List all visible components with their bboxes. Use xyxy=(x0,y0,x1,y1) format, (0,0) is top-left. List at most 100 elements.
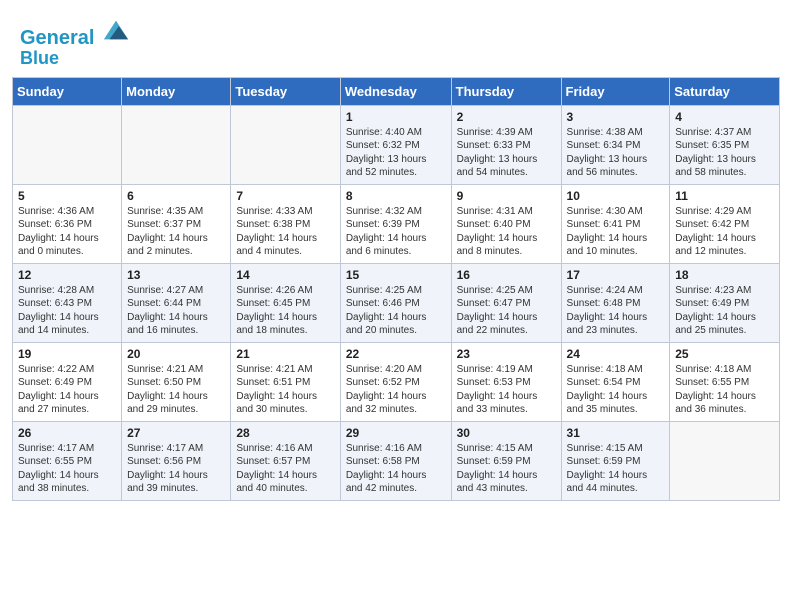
day-cell: 4Sunrise: 4:37 AM Sunset: 6:35 PM Daylig… xyxy=(670,105,780,184)
day-number: 23 xyxy=(457,347,556,361)
day-info: Sunrise: 4:16 AM Sunset: 6:58 PM Dayligh… xyxy=(346,442,446,496)
header-row: SundayMondayTuesdayWednesdayThursdayFrid… xyxy=(13,77,780,105)
day-header-monday: Monday xyxy=(122,77,231,105)
day-number: 20 xyxy=(127,347,225,361)
day-cell: 3Sunrise: 4:38 AM Sunset: 6:34 PM Daylig… xyxy=(561,105,670,184)
day-info: Sunrise: 4:27 AM Sunset: 6:44 PM Dayligh… xyxy=(127,284,225,338)
calendar-header: SundayMondayTuesdayWednesdayThursdayFrid… xyxy=(13,77,780,105)
calendar-table: SundayMondayTuesdayWednesdayThursdayFrid… xyxy=(12,77,780,501)
day-info: Sunrise: 4:31 AM Sunset: 6:40 PM Dayligh… xyxy=(457,205,556,259)
day-info: Sunrise: 4:16 AM Sunset: 6:57 PM Dayligh… xyxy=(236,442,334,496)
day-number: 17 xyxy=(567,268,665,282)
day-info: Sunrise: 4:32 AM Sunset: 6:39 PM Dayligh… xyxy=(346,205,446,259)
day-number: 27 xyxy=(127,426,225,440)
day-cell: 24Sunrise: 4:18 AM Sunset: 6:54 PM Dayli… xyxy=(561,342,670,421)
day-info: Sunrise: 4:17 AM Sunset: 6:56 PM Dayligh… xyxy=(127,442,225,496)
day-number: 18 xyxy=(675,268,774,282)
day-header-tuesday: Tuesday xyxy=(231,77,340,105)
day-cell xyxy=(13,105,122,184)
week-row-3: 12 Sunrise: 4:28 AM Sunset: 6:43 PM Dayli… xyxy=(13,263,780,342)
day-info: Sunrise: 4:36 AM Sunset: 6:36 PM Dayligh… xyxy=(18,205,116,259)
day-info: Sunrise: 4:35 AM Sunset: 6:37 PM Dayligh… xyxy=(127,205,225,259)
logo-icon xyxy=(102,16,130,44)
day-info: Sunrise: 4:22 AM Sunset: 6:49 PM Dayligh… xyxy=(18,363,116,417)
day-number: 1 xyxy=(346,110,446,124)
day-cell: 12 Sunrise: 4:28 AM Sunset: 6:43 PM Dayli… xyxy=(13,263,122,342)
day-info: Sunrise: 4:23 AM Sunset: 6:49 PM Dayligh… xyxy=(675,284,774,338)
day-cell xyxy=(670,421,780,500)
day-cell: 14 Sunrise: 4:26 AM Sunset: 6:45 PM Dayli… xyxy=(231,263,340,342)
day-number: 2 xyxy=(457,110,556,124)
day-cell: 2 Sunrise: 4:39 AM Sunset: 6:33 PM Daylig… xyxy=(451,105,561,184)
day-cell: 11 Sunrise: 4:29 AM Sunset: 6:42 PM Dayli… xyxy=(670,184,780,263)
logo: General Blue xyxy=(20,16,130,69)
day-info: Sunrise: 4:21 AM Sunset: 6:51 PM Dayligh… xyxy=(236,363,334,417)
day-header-friday: Friday xyxy=(561,77,670,105)
day-cell: 17 Sunrise: 4:24 AM Sunset: 6:48 PM Dayli… xyxy=(561,263,670,342)
day-number: 30 xyxy=(457,426,556,440)
day-cell xyxy=(122,105,231,184)
day-number: 11 xyxy=(675,189,774,203)
day-number: 8 xyxy=(346,189,446,203)
day-number: 7 xyxy=(236,189,334,203)
day-cell: 13Sunrise: 4:27 AM Sunset: 6:44 PM Dayli… xyxy=(122,263,231,342)
day-number: 25 xyxy=(675,347,774,361)
day-cell: 1Sunrise: 4:40 AM Sunset: 6:32 PM Daylig… xyxy=(340,105,451,184)
day-number: 5 xyxy=(18,189,116,203)
day-number: 22 xyxy=(346,347,446,361)
day-info: Sunrise: 4:15 AM Sunset: 6:59 PM Dayligh… xyxy=(457,442,556,496)
logo-general: General xyxy=(20,27,94,49)
day-cell: 10Sunrise: 4:30 AM Sunset: 6:41 PM Dayli… xyxy=(561,184,670,263)
day-cell: 25 Sunrise: 4:18 AM Sunset: 6:55 PM Dayli… xyxy=(670,342,780,421)
day-cell: 28 Sunrise: 4:16 AM Sunset: 6:57 PM Dayli… xyxy=(231,421,340,500)
day-cell: 6 Sunrise: 4:35 AM Sunset: 6:37 PM Daylig… xyxy=(122,184,231,263)
day-number: 9 xyxy=(457,189,556,203)
day-info: Sunrise: 4:21 AM Sunset: 6:50 PM Dayligh… xyxy=(127,363,225,417)
day-number: 26 xyxy=(18,426,116,440)
day-cell: 16Sunrise: 4:25 AM Sunset: 6:47 PM Dayli… xyxy=(451,263,561,342)
day-info: Sunrise: 4:20 AM Sunset: 6:52 PM Dayligh… xyxy=(346,363,446,417)
day-number: 12 xyxy=(18,268,116,282)
day-info: Sunrise: 4:19 AM Sunset: 6:53 PM Dayligh… xyxy=(457,363,556,417)
week-row-2: 5 Sunrise: 4:36 AM Sunset: 6:36 PM Daylig… xyxy=(13,184,780,263)
day-cell: 27 Sunrise: 4:17 AM Sunset: 6:56 PM Dayli… xyxy=(122,421,231,500)
day-cell: 20 Sunrise: 4:21 AM Sunset: 6:50 PM Dayli… xyxy=(122,342,231,421)
day-number: 16 xyxy=(457,268,556,282)
day-number: 28 xyxy=(236,426,334,440)
day-info: Sunrise: 4:37 AM Sunset: 6:35 PM Dayligh… xyxy=(675,126,774,180)
day-info: Sunrise: 4:18 AM Sunset: 6:55 PM Dayligh… xyxy=(675,363,774,417)
day-info: Sunrise: 4:39 AM Sunset: 6:33 PM Dayligh… xyxy=(457,126,556,180)
day-info: Sunrise: 4:24 AM Sunset: 6:48 PM Dayligh… xyxy=(567,284,665,338)
day-info: Sunrise: 4:15 AM Sunset: 6:59 PM Dayligh… xyxy=(567,442,665,496)
day-cell: 5 Sunrise: 4:36 AM Sunset: 6:36 PM Daylig… xyxy=(13,184,122,263)
day-cell: 21 Sunrise: 4:21 AM Sunset: 6:51 PM Dayli… xyxy=(231,342,340,421)
day-info: Sunrise: 4:38 AM Sunset: 6:34 PM Dayligh… xyxy=(567,126,665,180)
day-info: Sunrise: 4:26 AM Sunset: 6:45 PM Dayligh… xyxy=(236,284,334,338)
day-cell: 23 Sunrise: 4:19 AM Sunset: 6:53 PM Dayli… xyxy=(451,342,561,421)
day-cell: 22 Sunrise: 4:20 AM Sunset: 6:52 PM Dayli… xyxy=(340,342,451,421)
week-row-1: 1Sunrise: 4:40 AM Sunset: 6:32 PM Daylig… xyxy=(13,105,780,184)
day-cell: 31Sunrise: 4:15 AM Sunset: 6:59 PM Dayli… xyxy=(561,421,670,500)
day-info: Sunrise: 4:29 AM Sunset: 6:42 PM Dayligh… xyxy=(675,205,774,259)
day-header-sunday: Sunday xyxy=(13,77,122,105)
week-row-4: 19Sunrise: 4:22 AM Sunset: 6:49 PM Dayli… xyxy=(13,342,780,421)
day-number: 15 xyxy=(346,268,446,282)
day-info: Sunrise: 4:17 AM Sunset: 6:55 PM Dayligh… xyxy=(18,442,116,496)
day-info: Sunrise: 4:28 AM Sunset: 6:43 PM Dayligh… xyxy=(18,284,116,338)
day-number: 29 xyxy=(346,426,446,440)
day-cell: 29 Sunrise: 4:16 AM Sunset: 6:58 PM Dayli… xyxy=(340,421,451,500)
day-number: 6 xyxy=(127,189,225,203)
day-cell: 30 Sunrise: 4:15 AM Sunset: 6:59 PM Dayli… xyxy=(451,421,561,500)
day-cell: 15 Sunrise: 4:25 AM Sunset: 6:46 PM Dayli… xyxy=(340,263,451,342)
day-number: 24 xyxy=(567,347,665,361)
day-number: 21 xyxy=(236,347,334,361)
calendar-body: 1Sunrise: 4:40 AM Sunset: 6:32 PM Daylig… xyxy=(13,105,780,500)
calendar: SundayMondayTuesdayWednesdayThursdayFrid… xyxy=(0,77,792,513)
day-cell: 9 Sunrise: 4:31 AM Sunset: 6:40 PM Daylig… xyxy=(451,184,561,263)
day-cell: 18 Sunrise: 4:23 AM Sunset: 6:49 PM Dayli… xyxy=(670,263,780,342)
day-info: Sunrise: 4:25 AM Sunset: 6:46 PM Dayligh… xyxy=(346,284,446,338)
day-info: Sunrise: 4:30 AM Sunset: 6:41 PM Dayligh… xyxy=(567,205,665,259)
day-header-wednesday: Wednesday xyxy=(340,77,451,105)
page-header: General Blue xyxy=(0,0,792,77)
day-number: 14 xyxy=(236,268,334,282)
